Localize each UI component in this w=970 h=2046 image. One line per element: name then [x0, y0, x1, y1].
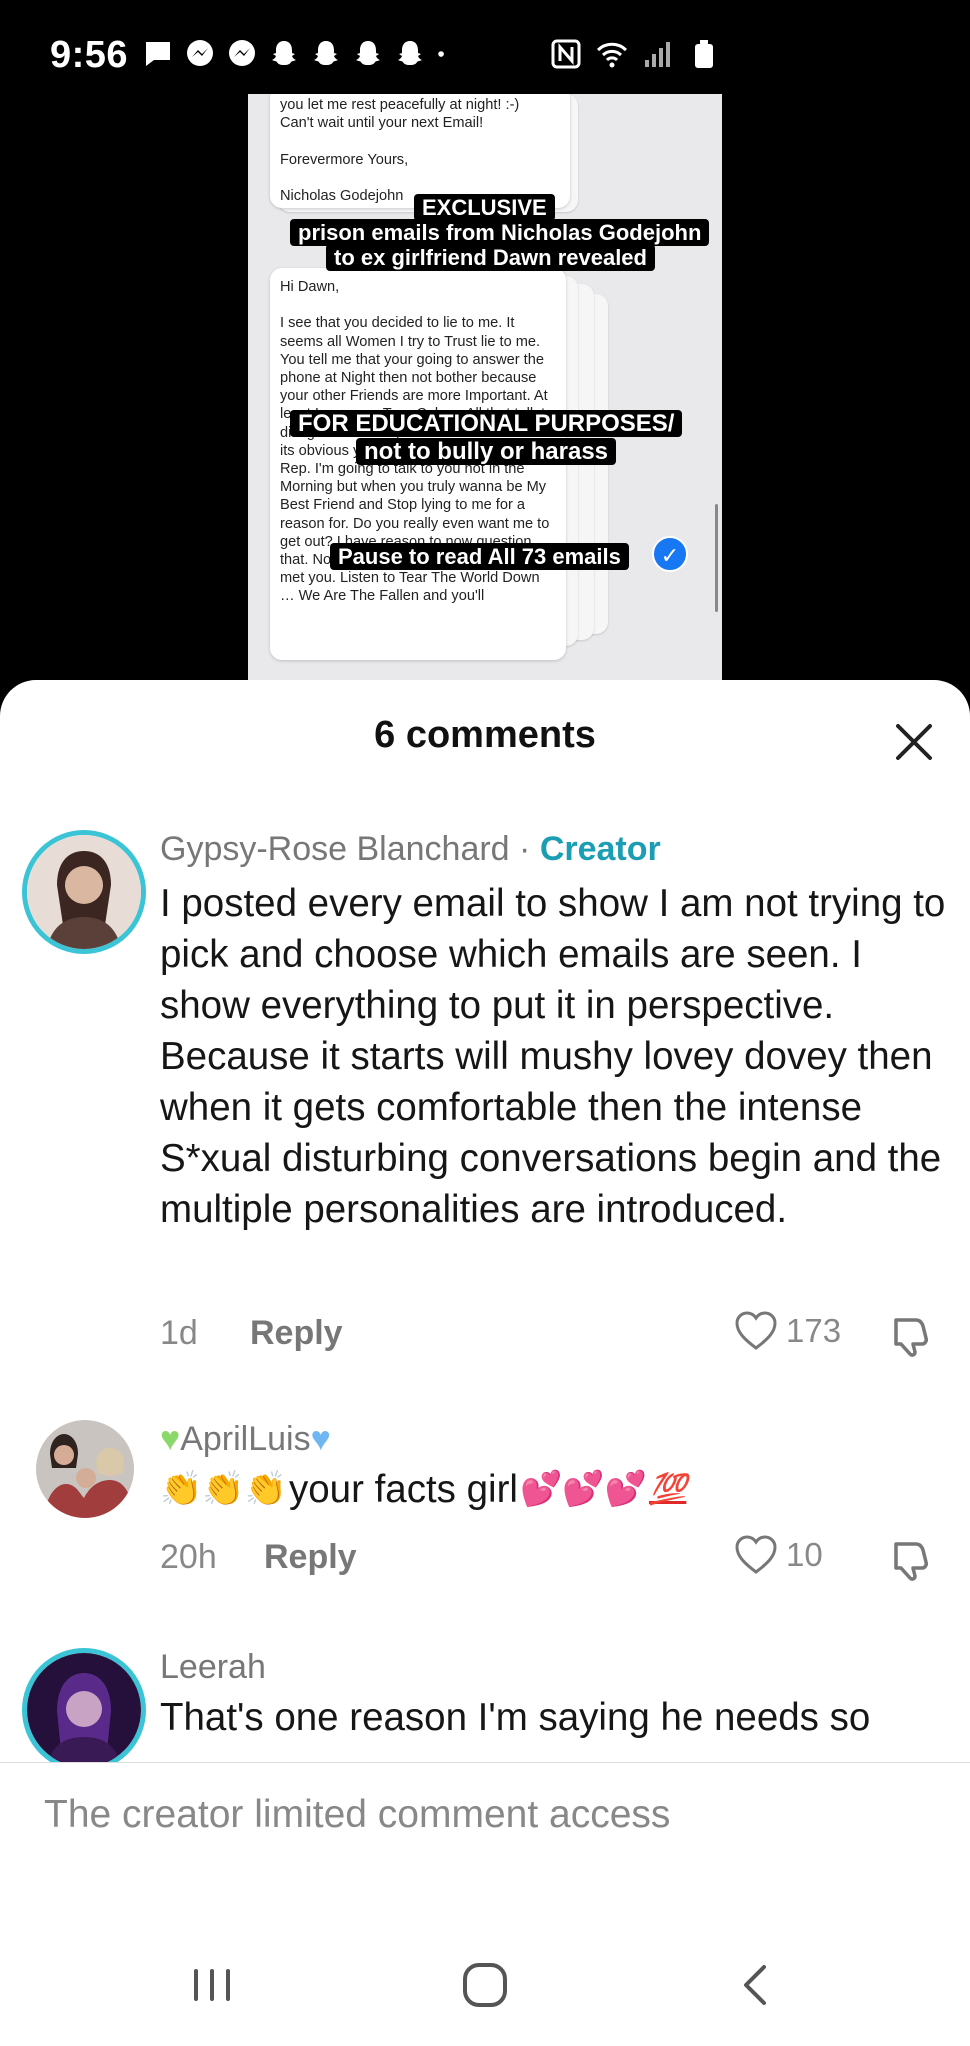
checkmark-icon: ✓ [652, 536, 688, 572]
system-nav-bar [0, 1935, 970, 2046]
hearts-icon: 💕💕💕 [519, 1470, 647, 1508]
video-caption: FOR EDUCATIONAL PURPOSES/ [290, 410, 683, 437]
reply-button[interactable]: Reply [264, 1538, 357, 1577]
comment-input-disabled: The creator limited comment access [0, 1762, 970, 1902]
limited-access-notice: The creator limited comment access [44, 1793, 671, 1836]
snapchat-icon [356, 41, 380, 65]
snapchat-icon [272, 41, 296, 65]
avatar[interactable] [22, 1648, 146, 1762]
dislike-icon[interactable] [888, 1314, 932, 1358]
system-icons [550, 38, 720, 70]
avatar-photo [27, 1653, 141, 1762]
author-name: Gypsy-Rose Blanchard [160, 830, 510, 868]
close-icon[interactable] [892, 720, 936, 764]
video-frame: you let me rest peacefully at night! :-)… [248, 94, 722, 680]
email-scrollbar [715, 504, 718, 612]
signal-icon [645, 42, 670, 67]
status-bar: 9:56 [0, 0, 970, 94]
video-player[interactable]: you let me rest peacefully at night! :-)… [0, 94, 970, 680]
messenger-icon [229, 40, 255, 66]
email-text: you let me rest peacefully at night! :-)… [280, 97, 520, 205]
comment-time: 20h [160, 1538, 217, 1576]
comment-author[interactable]: Gypsy-Rose Blanchard · Creator [160, 830, 661, 869]
comment-author[interactable]: Leerah [160, 1648, 266, 1687]
dot-icon [438, 51, 444, 57]
blue-heart-icon: ♥ [310, 1420, 331, 1458]
video-caption: to ex girlfriend Dawn revealed [326, 244, 655, 271]
comments-count-title: 6 comments [374, 714, 596, 756]
heart-icon [735, 1535, 777, 1574]
hundred-points-icon: 💯 [648, 1473, 687, 1506]
like-count: 10 [786, 1536, 823, 1573]
battery-icon [695, 40, 713, 68]
messenger-icon [187, 40, 213, 66]
notification-icons [142, 38, 454, 70]
avatar-photo [36, 1420, 134, 1518]
email-card-top: you let me rest peacefully at night! :-)… [270, 94, 570, 208]
comment-text: I posted every email to show I am not tr… [160, 882, 946, 1231]
comment-text: 👏👏👏 your facts girl 💕💕💕 💯 [160, 1464, 950, 1515]
video-caption: EXCLUSIVE [414, 194, 555, 221]
comment-text: That's one reason I'm saying he needs so [160, 1696, 871, 1739]
wifi-icon [596, 42, 628, 68]
reply-button[interactable]: Reply [250, 1314, 343, 1353]
clock: 9:56 [50, 34, 129, 76]
snapchat-icon [398, 41, 422, 65]
snapchat-icon [314, 41, 338, 65]
clapping-hands-icon: 👏👏👏 [160, 1470, 288, 1508]
back-icon[interactable] [726, 1955, 786, 2015]
video-caption: Pause to read All 73 emails [330, 543, 629, 570]
creator-badge: Creator [539, 830, 661, 868]
recent-apps-icon[interactable] [182, 1955, 242, 2015]
avatar[interactable] [36, 1420, 134, 1518]
avatar[interactable] [22, 830, 146, 954]
video-caption: prison emails from Nicholas Godejohn [290, 219, 710, 246]
author-name: AprilLuis [180, 1420, 311, 1458]
comment-time: 1d [160, 1314, 198, 1352]
home-icon[interactable] [455, 1955, 515, 2015]
comment-author[interactable]: ♥AprilLuis♥ [160, 1420, 331, 1459]
chat-icon [146, 42, 170, 66]
dislike-icon[interactable] [888, 1538, 932, 1582]
comment-item: Leerah That's one reason I'm saying he n… [0, 1648, 970, 1762]
green-heart-icon: ♥ [160, 1420, 181, 1458]
nfc-icon [551, 39, 581, 69]
like-button[interactable]: 173 [734, 1310, 841, 1352]
author-separator: · [509, 830, 540, 868]
like-button[interactable]: 10 [734, 1534, 823, 1576]
avatar-photo [27, 835, 141, 949]
like-count: 173 [786, 1312, 842, 1349]
comment-text-content: your facts girl [289, 1468, 518, 1511]
video-caption: not to bully or harass [356, 438, 617, 465]
heart-icon [735, 1311, 777, 1350]
